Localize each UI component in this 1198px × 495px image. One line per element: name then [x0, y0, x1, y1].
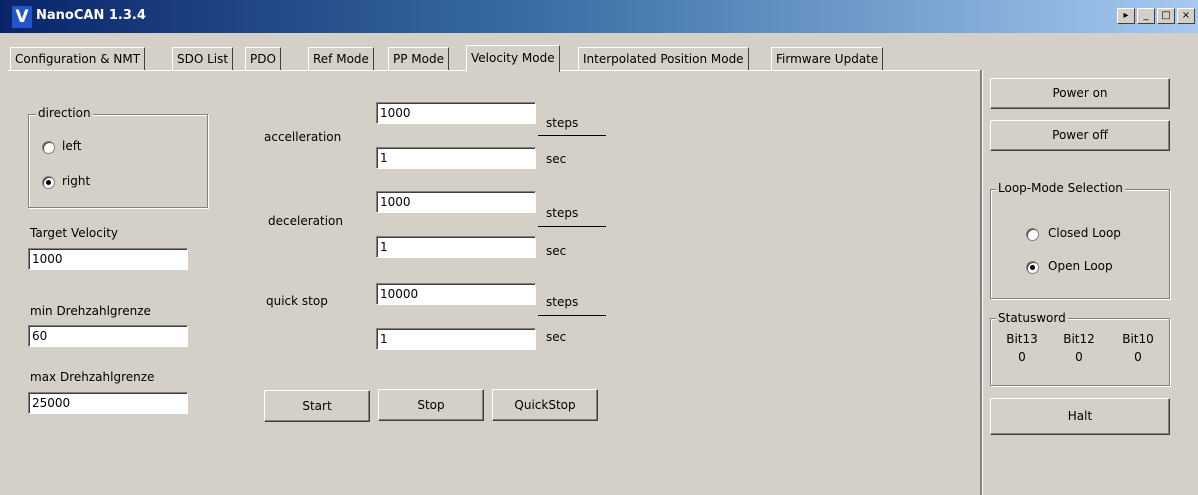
- direction-left-radio[interactable]: [42, 141, 55, 154]
- maximize-button[interactable]: □: [1157, 8, 1175, 24]
- power-on-button[interactable]: Power on: [990, 78, 1170, 109]
- acceleration-label: accelleration: [264, 130, 342, 144]
- tab-firmware-update[interactable]: Firmware Update: [771, 47, 884, 70]
- tab-ref-mode[interactable]: Ref Mode: [308, 47, 374, 70]
- window-title: NanoCAN 1.3.4: [36, 8, 146, 23]
- panel-divider: [980, 70, 983, 495]
- acceleration-sec-unit: sec: [546, 152, 567, 166]
- closed-loop-radio[interactable]: [1026, 228, 1039, 241]
- statusword-group-title: Statusword: [996, 311, 1068, 325]
- acceleration-steps-input[interactable]: 1000: [376, 102, 536, 124]
- minimize-button[interactable]: _: [1137, 8, 1155, 24]
- acceleration-steps-unit: steps: [546, 116, 579, 130]
- app-logo-icon: V: [12, 6, 32, 28]
- acceleration-fraction-line: [538, 135, 606, 136]
- status-bit12-value: 0: [1075, 350, 1083, 364]
- status-bit13-value: 0: [1018, 350, 1026, 364]
- status-bit12-name: Bit12: [1063, 332, 1095, 346]
- deceleration-sec-input[interactable]: 1: [376, 236, 536, 258]
- status-bit10-name: Bit10: [1122, 332, 1154, 346]
- tab-velocity-mode[interactable]: Velocity Mode: [466, 45, 560, 72]
- direction-right-radio[interactable]: [42, 176, 55, 189]
- direction-group: [28, 114, 208, 208]
- quick-stop-label: quick stop: [266, 294, 328, 308]
- min-limit-label: min Drehzahlgrenze: [30, 304, 151, 318]
- direction-right-label: right: [62, 174, 91, 188]
- status-bit10-value: 0: [1134, 350, 1142, 364]
- quick-stop-steps-input[interactable]: 10000: [376, 283, 536, 305]
- quick-stop-sec-input[interactable]: 1: [376, 328, 536, 350]
- deceleration-fraction-line: [538, 226, 606, 227]
- min-limit-input[interactable]: 60: [28, 325, 188, 347]
- close-button[interactable]: ×: [1177, 8, 1195, 24]
- quickstop-button[interactable]: QuickStop: [492, 389, 598, 421]
- target-velocity-input[interactable]: 1000: [28, 248, 188, 270]
- acceleration-sec-input[interactable]: 1: [376, 147, 536, 169]
- window-menu-button[interactable]: ▸: [1117, 8, 1135, 24]
- open-loop-label: Open Loop: [1048, 259, 1113, 273]
- direction-group-title: direction: [36, 106, 93, 120]
- max-limit-input[interactable]: 25000: [28, 392, 188, 414]
- open-loop-radio[interactable]: [1026, 261, 1039, 274]
- tab-configuration-nmt[interactable]: Configuration & NMT: [10, 47, 146, 70]
- loop-mode-group-title: Loop-Mode Selection: [996, 181, 1125, 195]
- loop-mode-group: [990, 189, 1170, 299]
- direction-left-label: left: [62, 139, 82, 153]
- tab-pdo[interactable]: PDO: [245, 47, 281, 70]
- title-bar[interactable]: [0, 0, 1198, 33]
- target-velocity-label: Target Velocity: [30, 226, 119, 240]
- quick-stop-steps-unit: steps: [546, 295, 579, 309]
- tab-sdo-list[interactable]: SDO List: [172, 47, 234, 70]
- stop-button[interactable]: Stop: [378, 389, 484, 421]
- deceleration-label: deceleration: [268, 214, 343, 228]
- power-off-button[interactable]: Power off: [990, 120, 1170, 151]
- deceleration-steps-input[interactable]: 1000: [376, 191, 536, 213]
- quick-stop-fraction-line: [538, 315, 606, 316]
- closed-loop-label: Closed Loop: [1048, 226, 1121, 240]
- start-button[interactable]: Start: [264, 390, 370, 422]
- max-limit-label: max Drehzahlgrenze: [30, 370, 155, 384]
- deceleration-steps-unit: steps: [546, 206, 579, 220]
- tab-interpolated-position-mode[interactable]: Interpolated Position Mode: [578, 47, 749, 70]
- halt-button[interactable]: Halt: [990, 398, 1170, 435]
- deceleration-sec-unit: sec: [546, 244, 567, 258]
- status-bit13-name: Bit13: [1006, 332, 1038, 346]
- quick-stop-sec-unit: sec: [546, 330, 567, 344]
- tab-pp-mode[interactable]: PP Mode: [388, 47, 449, 70]
